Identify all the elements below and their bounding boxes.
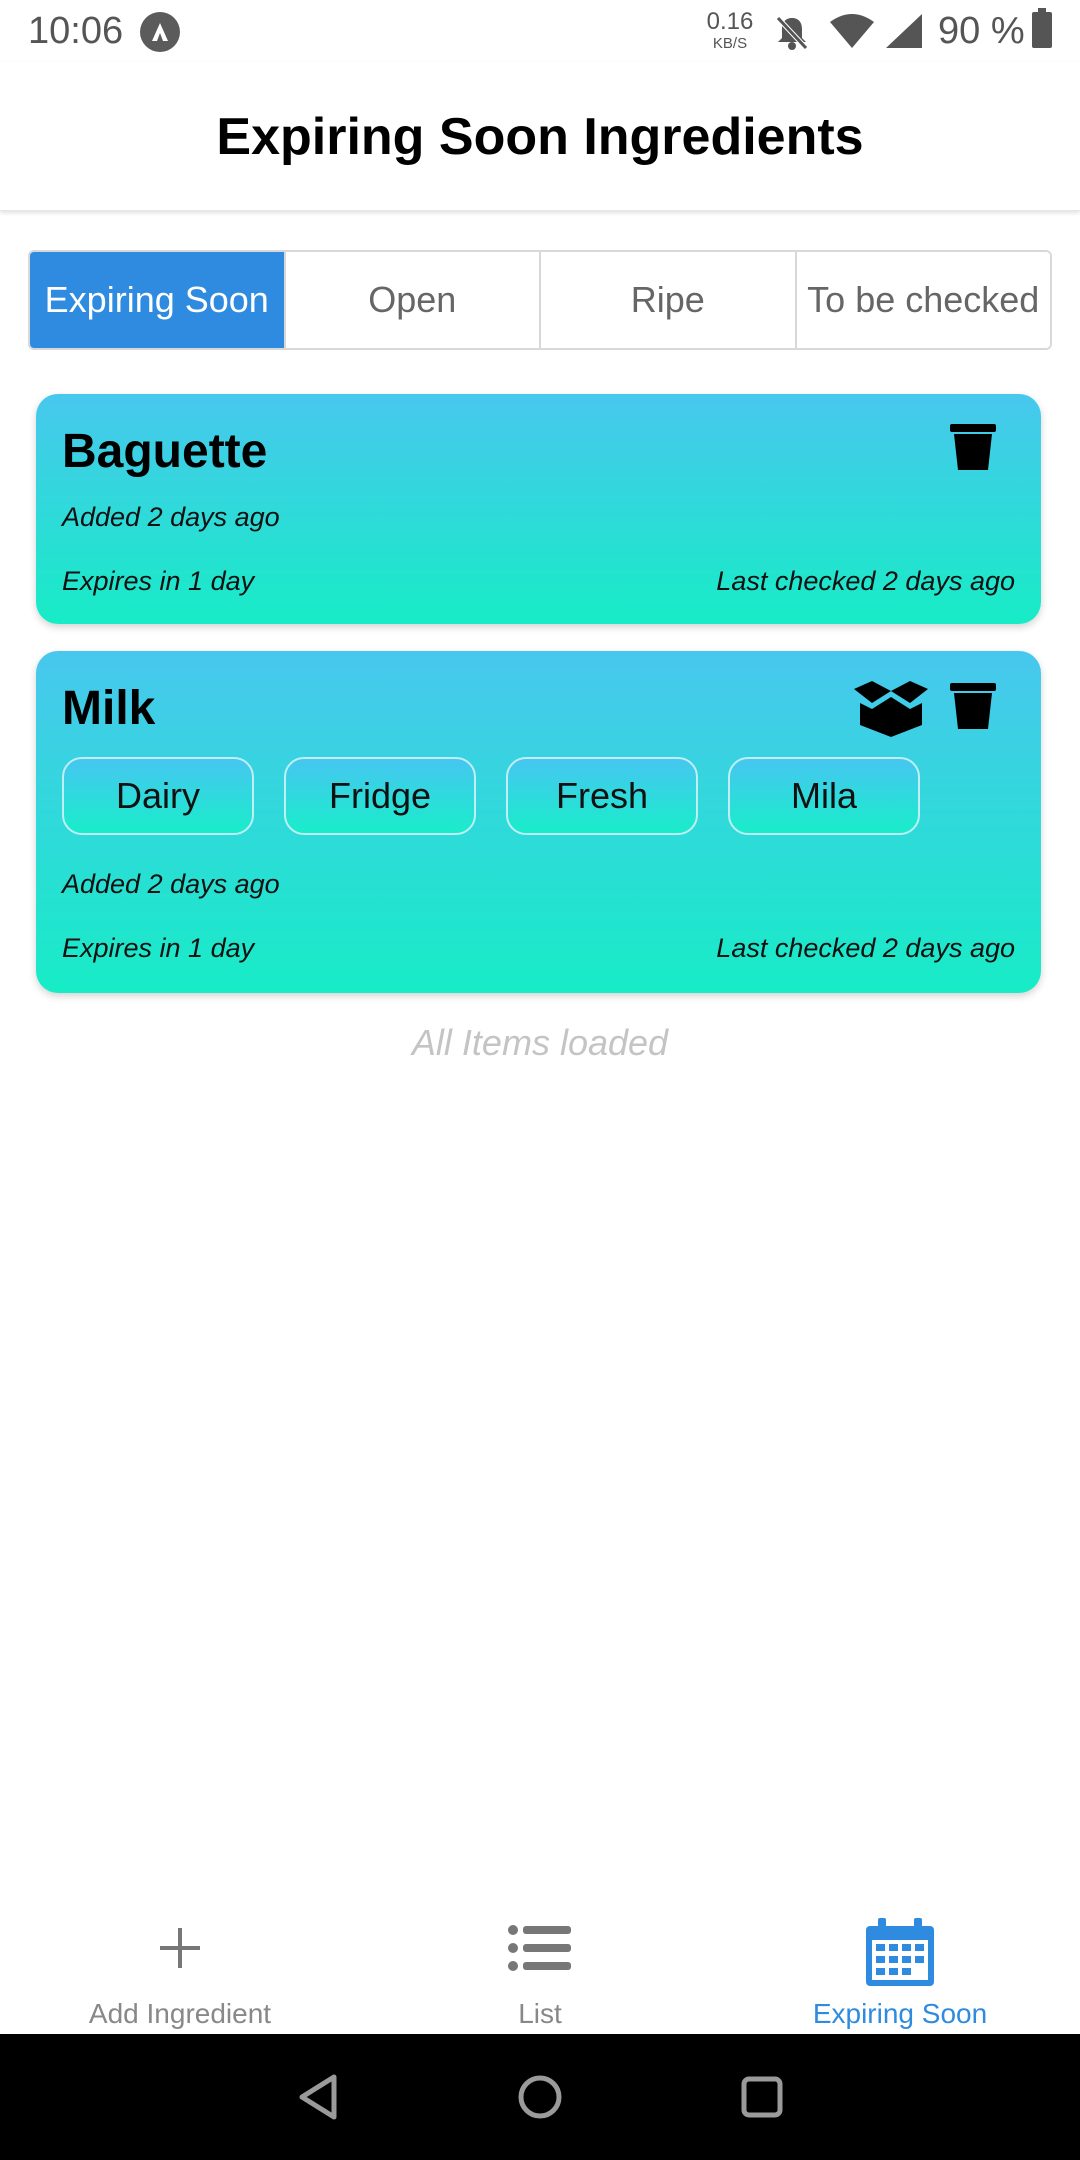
nav-label: List — [518, 1998, 562, 2029]
ingredient-name: Milk — [62, 682, 156, 735]
back-icon[interactable] — [294, 2072, 342, 2122]
tag-list: Dairy Fridge Fresh Mila — [62, 757, 950, 835]
tag-chip[interactable]: Dairy — [62, 757, 254, 835]
added-date: Added 2 days ago — [62, 502, 280, 532]
battery-level: 90 % — [938, 10, 1025, 52]
status-bar: 10:06 0.16 KB/S 90 % — [0, 0, 1080, 62]
system-nav-bar — [0, 2034, 1080, 2160]
bottom-nav: Add Ingredient List Expiring Soon — [0, 1900, 1080, 2034]
expires-in: Expires in 1 day — [62, 566, 255, 596]
network-speed-value: 0.16 — [706, 8, 754, 35]
tab-to-be-checked[interactable]: To be checked — [796, 252, 1050, 348]
recents-icon[interactable] — [738, 2072, 786, 2122]
tag-chip[interactable]: Mila — [728, 757, 920, 835]
added-date: Added 2 days ago — [62, 869, 280, 899]
nav-list[interactable]: List — [360, 1900, 720, 2034]
trash-icon[interactable] — [948, 422, 998, 477]
battery-icon — [1032, 8, 1052, 48]
ingredient-card-milk[interactable]: Milk Dairy Fridge Fresh Mila Added 2 day… — [36, 651, 1041, 993]
ingredient-name: Baguette — [62, 425, 268, 478]
all-items-loaded-note: All Items loaded — [411, 1022, 669, 1063]
calendar-icon — [864, 1918, 936, 1993]
last-checked: Last checked 2 days ago — [716, 933, 1015, 963]
tab-open[interactable]: Open — [285, 252, 541, 348]
wifi-icon — [828, 12, 876, 55]
home-icon[interactable] — [516, 2072, 564, 2122]
app-header: Expiring Soon Ingredients — [0, 62, 1080, 211]
network-speed: 0.16 KB/S — [700, 8, 760, 52]
trash-icon[interactable] — [948, 681, 998, 736]
list-icon — [507, 1922, 573, 1979]
nav-expiring-soon[interactable]: Expiring Soon — [720, 1900, 1080, 2034]
tab-expiring-soon[interactable]: Expiring Soon — [30, 252, 286, 348]
expires-in: Expires in 1 day — [62, 933, 255, 963]
status-time: 10:06 — [28, 10, 124, 52]
tag-chip[interactable]: Fridge — [284, 757, 476, 835]
app-notification-icon — [140, 12, 180, 52]
tag-chip[interactable]: Fresh — [506, 757, 698, 835]
plus-icon — [154, 1922, 206, 1979]
nav-label: Expiring Soon — [812, 1998, 988, 2029]
tab-ripe[interactable]: Ripe — [541, 252, 797, 348]
page-title: Expiring Soon Ingredients — [216, 108, 864, 166]
last-checked: Last checked 2 days ago — [716, 566, 1015, 596]
filter-tabs: Expiring Soon Open Ripe To be checked — [28, 250, 1052, 350]
network-speed-unit: KB/S — [712, 35, 748, 52]
nav-label: Add Ingredient — [88, 1998, 272, 2029]
bell-muted-icon — [772, 12, 812, 57]
open-box-icon[interactable] — [852, 681, 930, 742]
signal-icon — [884, 12, 924, 55]
nav-add-ingredient[interactable]: Add Ingredient — [0, 1900, 360, 2034]
ingredient-card-baguette[interactable]: Baguette Added 2 days ago Expires in 1 d… — [36, 394, 1041, 624]
